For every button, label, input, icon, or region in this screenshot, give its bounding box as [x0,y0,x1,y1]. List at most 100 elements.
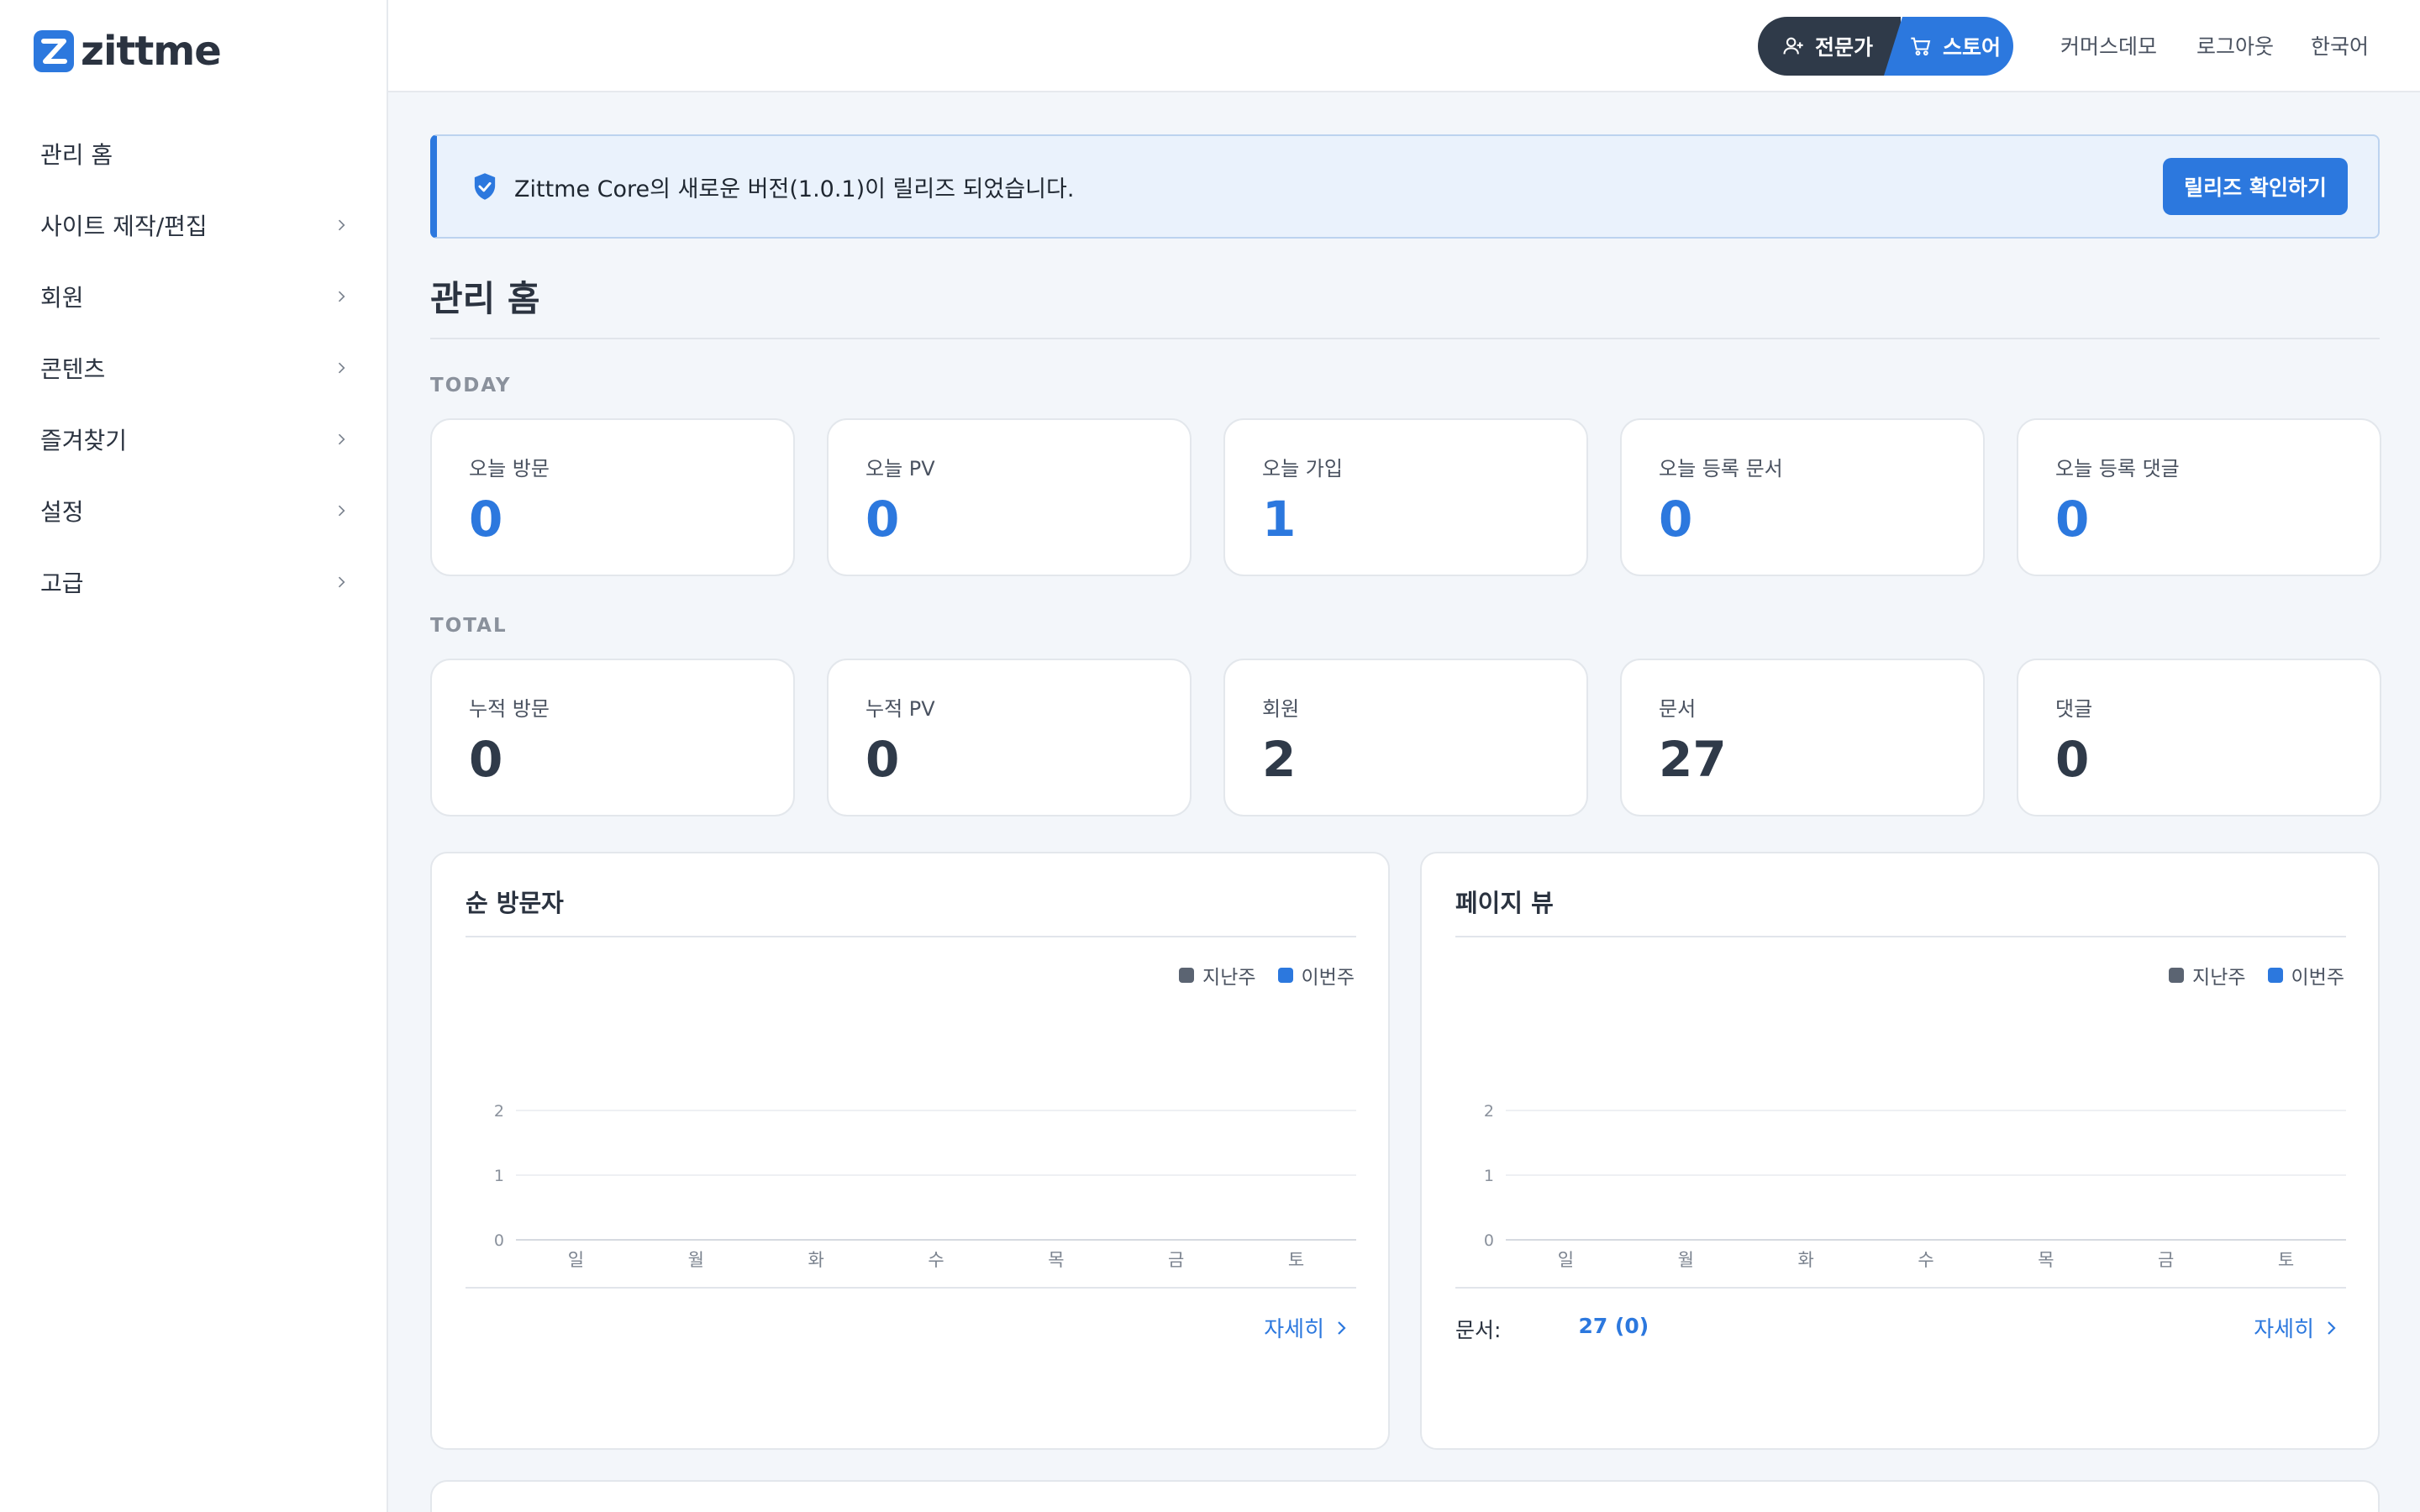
stat-value: 0 [1659,491,1693,548]
top-bar: 전문가 스토어 커머스데모 로그아웃 한국어 [388,0,2420,92]
stat-value: 27 [1659,731,1727,788]
more-label: 자세히 [2254,1317,2314,1342]
chart-legend: 지난주 이번주 [2147,961,2344,990]
chevron-right-icon [338,505,345,516]
pageviews-chart: 0 1 2 일 월 화 수 목 금 토 [1484,1102,2346,1270]
chevron-right-icon [338,291,345,302]
x-tick-label: 화 [808,1250,823,1270]
sidebar-item[interactable]: 회원 [0,260,387,332]
stat-card: 오늘 PV 0 [827,418,1192,576]
sidebar-item[interactable]: 관리 홈 [0,118,387,189]
store-label: 스토어 [1943,35,2002,60]
total-section-label: TOTAL [430,615,508,637]
stat-label: 문서 [1659,697,1697,721]
x-tick-label: 월 [688,1250,704,1270]
legend-swatch [1277,968,1293,983]
legend-item[interactable]: 지난주 [2169,961,2246,990]
x-tick-label: 토 [1288,1250,1304,1270]
next-panel [430,1480,2380,1512]
store-button[interactable]: 스토어 [1884,17,2013,76]
y-tick-label: 1 [494,1167,504,1185]
y-tick-label: 2 [1484,1102,1494,1121]
logo[interactable]: zittme [34,28,222,75]
stat-card: 누적 PV 0 [827,659,1192,816]
y-tick-label: 0 [494,1231,504,1250]
document-count-label: 문서: [1455,1318,1502,1342]
more-label: 자세히 [1264,1317,1324,1342]
total-cards: 누적 방문 0 누적 PV 0 회원 2 문서 27 댓글 0 [430,659,2381,816]
legend-item[interactable]: 지난주 [1179,961,1256,990]
stat-label: 오늘 등록 댓글 [2055,457,2180,480]
sidebar-item-label: 설정 [40,497,84,526]
sidebar-item[interactable]: 고급 [0,546,387,617]
panel-divider [466,936,1356,937]
panel-title: 페이지 뷰 [1455,889,1554,917]
check-release-button[interactable]: 릴리즈 확인하기 [2163,158,2348,215]
legend-label: 지난주 [2192,967,2246,989]
chart-legend: 지난주 이번주 [1157,961,1355,990]
sidebar-item-label: 관리 홈 [40,140,113,169]
zittme-logo-icon [34,30,74,72]
x-tick-label: 일 [1558,1250,1574,1270]
x-tick-label: 수 [1918,1250,1933,1270]
stat-card: 누적 방문 0 [430,659,795,816]
panel-title: 순 방문자 [466,889,564,917]
stat-label: 회원 [1262,697,1300,721]
x-tick-label: 토 [2278,1250,2294,1270]
language-link[interactable]: 한국어 [2311,30,2369,60]
legend-item[interactable]: 이번주 [1277,961,1355,990]
title-divider [430,338,2380,339]
x-tick-label: 일 [568,1250,584,1270]
stat-label: 댓글 [2055,697,2093,721]
visitors-chart: 0 1 2 일 월 화 수 목 금 토 [494,1102,1356,1270]
release-notice: Zittme Core의 새로운 버전(1.0.1)이 릴리즈 되었습니다. 릴… [430,134,2380,239]
stat-card: 오늘 가입 1 [1223,418,1588,576]
stat-value: 0 [2055,491,2090,548]
y-tick-label: 1 [1484,1167,1494,1185]
sidebar-item-label: 사이트 제작/편집 [40,212,208,240]
page-title: 관리 홈 [430,278,540,319]
stat-label: 오늘 PV [865,457,935,480]
commerce-demo-link[interactable]: 커머스데모 [2060,30,2157,60]
sidebar-item[interactable]: 설정 [0,475,387,546]
x-tick-label: 목 [1048,1250,1064,1270]
sidebar-item-label: 콘텐츠 [40,354,106,383]
chevron-right-icon [338,362,345,373]
stat-card: 댓글 0 [2017,659,2381,816]
sidebar-item[interactable]: 사이트 제작/편집 [0,189,387,260]
mode-switch: 전문가 스토어 [1758,17,2013,76]
sidebar-item-label: 고급 [40,569,84,597]
brand-name: zittme [81,28,222,75]
sidebar-item-label: 회원 [40,283,84,312]
legend-item[interactable]: 이번주 [2267,961,2344,990]
visitors-panel: 순 방문자 지난주 이번주 0 1 2 일 월 화 수 목 금 토 자세히 [430,852,1390,1450]
expert-button[interactable]: 전문가 [1758,17,1901,76]
sidebar-nav: 관리 홈사이트 제작/편집회원콘텐츠즐겨찾기설정고급 [0,118,387,617]
stat-card: 오늘 등록 문서 0 [1620,418,1985,576]
legend-label: 지난주 [1202,967,1256,989]
document-count-value: 27 (0) [1578,1314,1649,1338]
today-cards: 오늘 방문 0 오늘 PV 0 오늘 가입 1 오늘 등록 문서 0 오늘 등록 댓글 0 [430,418,2381,576]
visitors-more-link[interactable]: 자세히 [1264,1312,1351,1343]
sidebar-item[interactable]: 콘텐츠 [0,332,387,403]
shield-check-icon [474,173,496,200]
stat-value: 0 [469,491,503,548]
sidebar-item-label: 즐겨찾기 [40,426,128,454]
stat-value: 0 [469,731,503,788]
sidebar-item[interactable]: 즐겨찾기 [0,403,387,475]
pageviews-more-link[interactable]: 자세히 [2254,1312,2341,1343]
chevron-right-icon [338,219,345,230]
stat-card: 오늘 방문 0 [430,418,795,576]
stat-card: 문서 27 [1620,659,1985,816]
x-tick-label: 금 [1168,1250,1184,1270]
chevron-right-icon [338,433,345,444]
stat-label: 오늘 등록 문서 [1659,457,1783,480]
stat-card: 오늘 등록 댓글 0 [2017,418,2381,576]
logout-link[interactable]: 로그아웃 [2196,30,2274,60]
stat-value: 2 [1262,731,1297,788]
panel-divider [1455,936,2346,937]
expert-label: 전문가 [1815,35,1874,60]
legend-swatch [1179,968,1195,983]
pageviews-panel: 페이지 뷰 지난주 이번주 0 1 2 일 월 화 수 목 금 토 문서: 27 (0) 자세히 [1420,852,2380,1450]
stat-card: 회원 2 [1223,659,1588,816]
